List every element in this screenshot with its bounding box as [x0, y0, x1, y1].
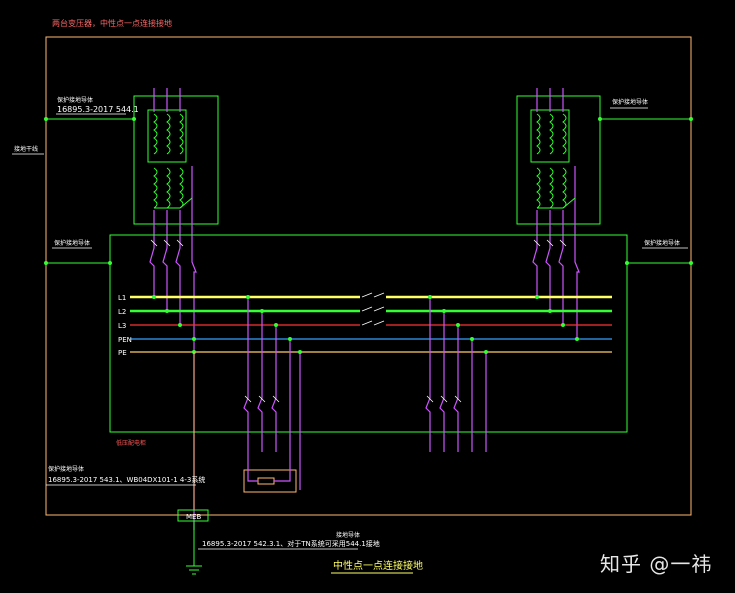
diagram-caption: 中性点一点连接接地: [333, 559, 423, 572]
transformer-left: [133, 88, 219, 236]
busbar-label-pe: PE: [118, 349, 127, 357]
busbar-label-pen: PEN: [118, 336, 132, 344]
busbar-label-l1: L1: [118, 294, 126, 302]
label-meb: MEB: [186, 513, 201, 521]
label-std-tl: 16895.3-2017 544.1: [57, 105, 139, 114]
bus-coupler: [361, 292, 385, 326]
label-earth-main: 接地干线: [14, 145, 38, 153]
label-std-bottom: 16895.3-2017 542.3.1、对于TN系统可采用544.1接地: [202, 539, 380, 548]
label-prot-conductor-tl: 保护接地导体: [57, 96, 93, 104]
incomer-left: [149, 236, 197, 530]
load-device: [243, 452, 297, 493]
transformer-right: [516, 88, 601, 236]
wiring-diagram: 两台变压器，中性点一点连接接地 保护接地导体 16895.3-2017 544.…: [12, 18, 693, 575]
busbar-label-l2: L2: [118, 308, 126, 316]
busbar-label-l3: L3: [118, 322, 126, 330]
feeder-right: [425, 297, 487, 452]
label-lv-panel: 低压配电柜: [116, 439, 146, 447]
transformer-earthing: [46, 118, 691, 264]
feeder-left: [243, 297, 301, 490]
label-std-bl: 16895.3-2017 543.1、WB04DX101-1 4-3系统: [48, 475, 205, 484]
incomer-right: [532, 236, 580, 339]
watermark: 知乎 @一祎: [600, 552, 713, 576]
diagram-title: 两台变压器，中性点一点连接接地: [52, 18, 172, 28]
earth-symbol: [186, 565, 202, 575]
label-earth-conductor: 接地导体: [336, 531, 360, 539]
label-prot-conductor-tr: 保护接地导体: [612, 98, 648, 106]
label-prot-conductor-ml: 保护接地导体: [54, 239, 90, 247]
label-prot-conductor-bl: 保护接地导体: [48, 465, 84, 473]
lv-switchgear-panel: [109, 234, 628, 433]
busbar-group: L1 L2 L3 PEN PE: [118, 294, 612, 357]
label-prot-conductor-mr: 保护接地导体: [644, 239, 680, 247]
